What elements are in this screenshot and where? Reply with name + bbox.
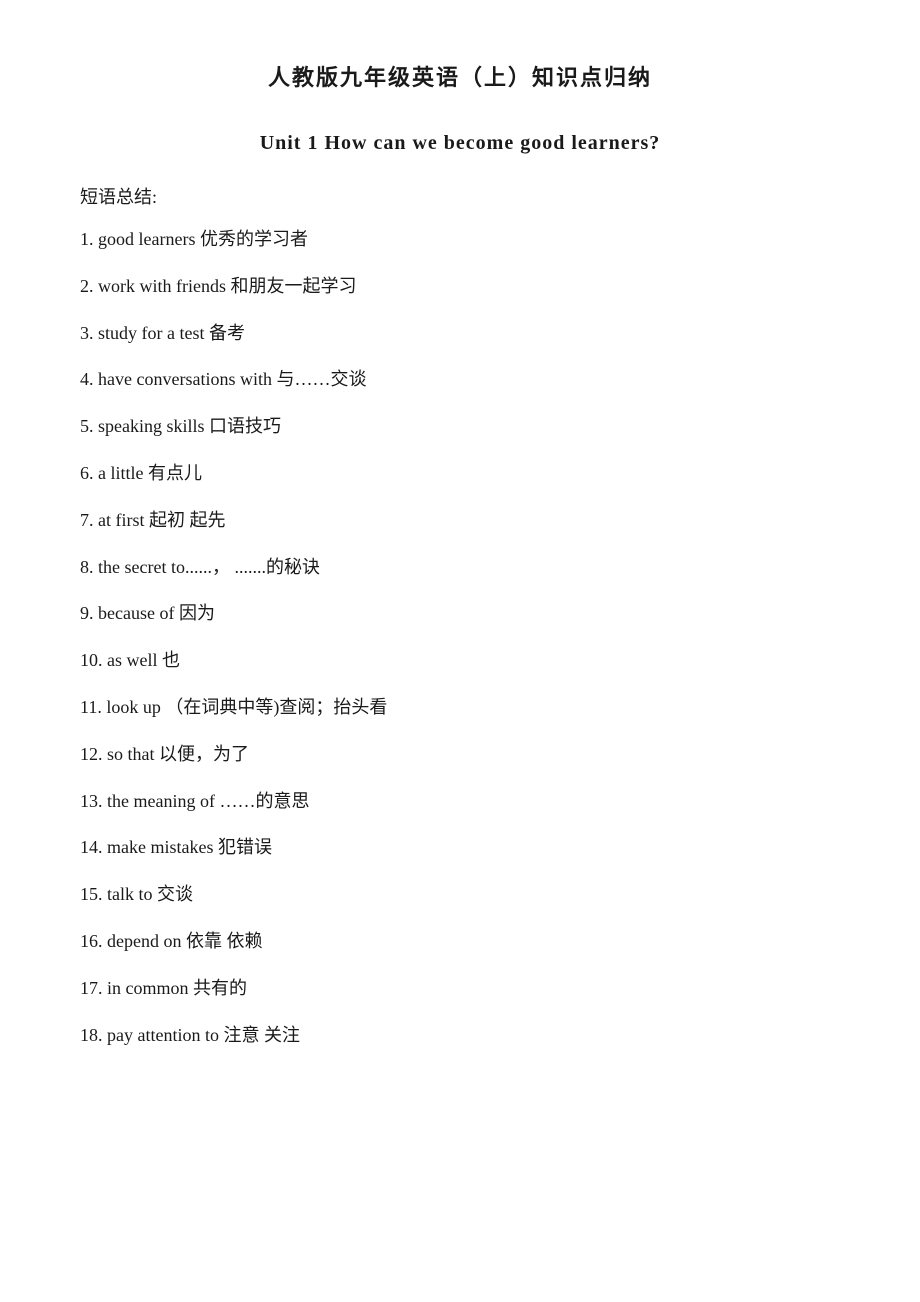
phrase-english: have conversations with — [98, 369, 276, 389]
list-item: 18. pay attention to 注意 关注 — [80, 1021, 840, 1050]
phrase-number: 12. — [80, 744, 107, 764]
phrase-number: 4. — [80, 369, 98, 389]
phrase-english: as well — [107, 650, 162, 670]
phrase-number: 15. — [80, 884, 107, 904]
phrase-chinese: 共有的 — [193, 978, 247, 998]
phrase-chinese: 因为 — [179, 603, 215, 623]
phrase-chinese: 交谈 — [157, 884, 193, 904]
phrase-english: so that — [107, 744, 159, 764]
phrase-list: 1. good learners 优秀的学习者 2. work with frie… — [80, 225, 840, 1049]
phrase-chinese: 有点儿 — [148, 463, 202, 483]
unit-heading: Unit 1 How can we become good learners? — [80, 132, 840, 155]
list-item: 3. study for a test 备考 — [80, 319, 840, 348]
phrase-chinese: 注意 关注 — [223, 1025, 300, 1045]
phrase-number: 9. — [80, 603, 98, 623]
phrase-number: 17. — [80, 978, 107, 998]
phrase-english: talk to — [107, 884, 157, 904]
phrase-english: work with friends — [98, 276, 230, 296]
phrase-english: the secret to......， — [98, 557, 234, 577]
phrase-chinese: 和朋友一起学习 — [230, 276, 356, 296]
phrase-number: 11. — [80, 697, 106, 717]
phrase-english: pay attention to — [107, 1025, 223, 1045]
phrase-number: 8. — [80, 557, 98, 577]
phrase-chinese: 优秀的学习者 — [200, 229, 308, 249]
list-item: 14. make mistakes 犯错误 — [80, 833, 840, 862]
phrase-number: 16. — [80, 931, 107, 951]
list-item: 11. look up （在词典中等)查阅；抬头看 — [80, 693, 840, 722]
list-item: 17. in common 共有的 — [80, 974, 840, 1003]
phrase-chinese: （在词典中等)查阅；抬头看 — [165, 697, 387, 717]
phrase-number: 1. — [80, 229, 98, 249]
phrase-chinese: .......的秘诀 — [234, 557, 320, 577]
list-item: 10. as well 也 — [80, 646, 840, 675]
list-item: 4. have conversations with 与……交谈 — [80, 365, 840, 394]
list-item: 12. so that 以便，为了 — [80, 740, 840, 769]
phrase-english: the meaning of — [107, 791, 219, 811]
list-item: 16. depend on 依靠 依赖 — [80, 927, 840, 956]
phrase-number: 5. — [80, 416, 98, 436]
phrase-chinese: 以便，为了 — [159, 744, 249, 764]
list-item: 2. work with friends 和朋友一起学习 — [80, 272, 840, 301]
list-item: 1. good learners 优秀的学习者 — [80, 225, 840, 254]
list-item: 7. at first 起初 起先 — [80, 506, 840, 535]
page-title: 人教版九年级英语（上）知识点归纳 — [80, 60, 840, 92]
phrase-chinese: 口语技巧 — [209, 416, 281, 436]
phrase-chinese: 与……交谈 — [276, 369, 366, 389]
phrase-english: study for a test — [98, 323, 209, 343]
list-item: 9. because of 因为 — [80, 599, 840, 628]
phrase-chinese: 依靠 依赖 — [186, 931, 263, 951]
phrase-chinese: 备考 — [209, 323, 245, 343]
phrase-english: at first — [98, 510, 149, 530]
phrase-chinese: 犯错误 — [218, 837, 272, 857]
phrase-number: 3. — [80, 323, 98, 343]
phrase-english: look up — [106, 697, 165, 717]
list-item: 8. the secret to......， .......的秘诀 — [80, 553, 840, 582]
list-item: 6. a little 有点儿 — [80, 459, 840, 488]
phrase-chinese: 也 — [162, 650, 180, 670]
phrase-number: 2. — [80, 276, 98, 296]
phrase-english: a little — [98, 463, 148, 483]
page-wrapper: 人教版九年级英语（上）知识点归纳 Unit 1 How can we becom… — [80, 60, 840, 1049]
list-item: 5. speaking skills 口语技巧 — [80, 412, 840, 441]
phrase-english: good learners — [98, 229, 200, 249]
phrase-chinese: ……的意思 — [219, 791, 309, 811]
phrase-number: 6. — [80, 463, 98, 483]
phrase-english: speaking skills — [98, 416, 209, 436]
phrase-number: 14. — [80, 837, 107, 857]
phrase-number: 13. — [80, 791, 107, 811]
phrase-chinese: 起初 起先 — [149, 510, 226, 530]
phrase-english: in common — [107, 978, 193, 998]
section-label: 短语总结: — [80, 183, 840, 209]
phrase-number: 7. — [80, 510, 98, 530]
phrase-english: because of — [98, 603, 179, 623]
list-item: 15. talk to 交谈 — [80, 880, 840, 909]
list-item: 13. the meaning of ……的意思 — [80, 787, 840, 816]
phrase-number: 10. — [80, 650, 107, 670]
phrase-english: make mistakes — [107, 837, 218, 857]
phrase-english: depend on — [107, 931, 186, 951]
phrase-number: 18. — [80, 1025, 107, 1045]
